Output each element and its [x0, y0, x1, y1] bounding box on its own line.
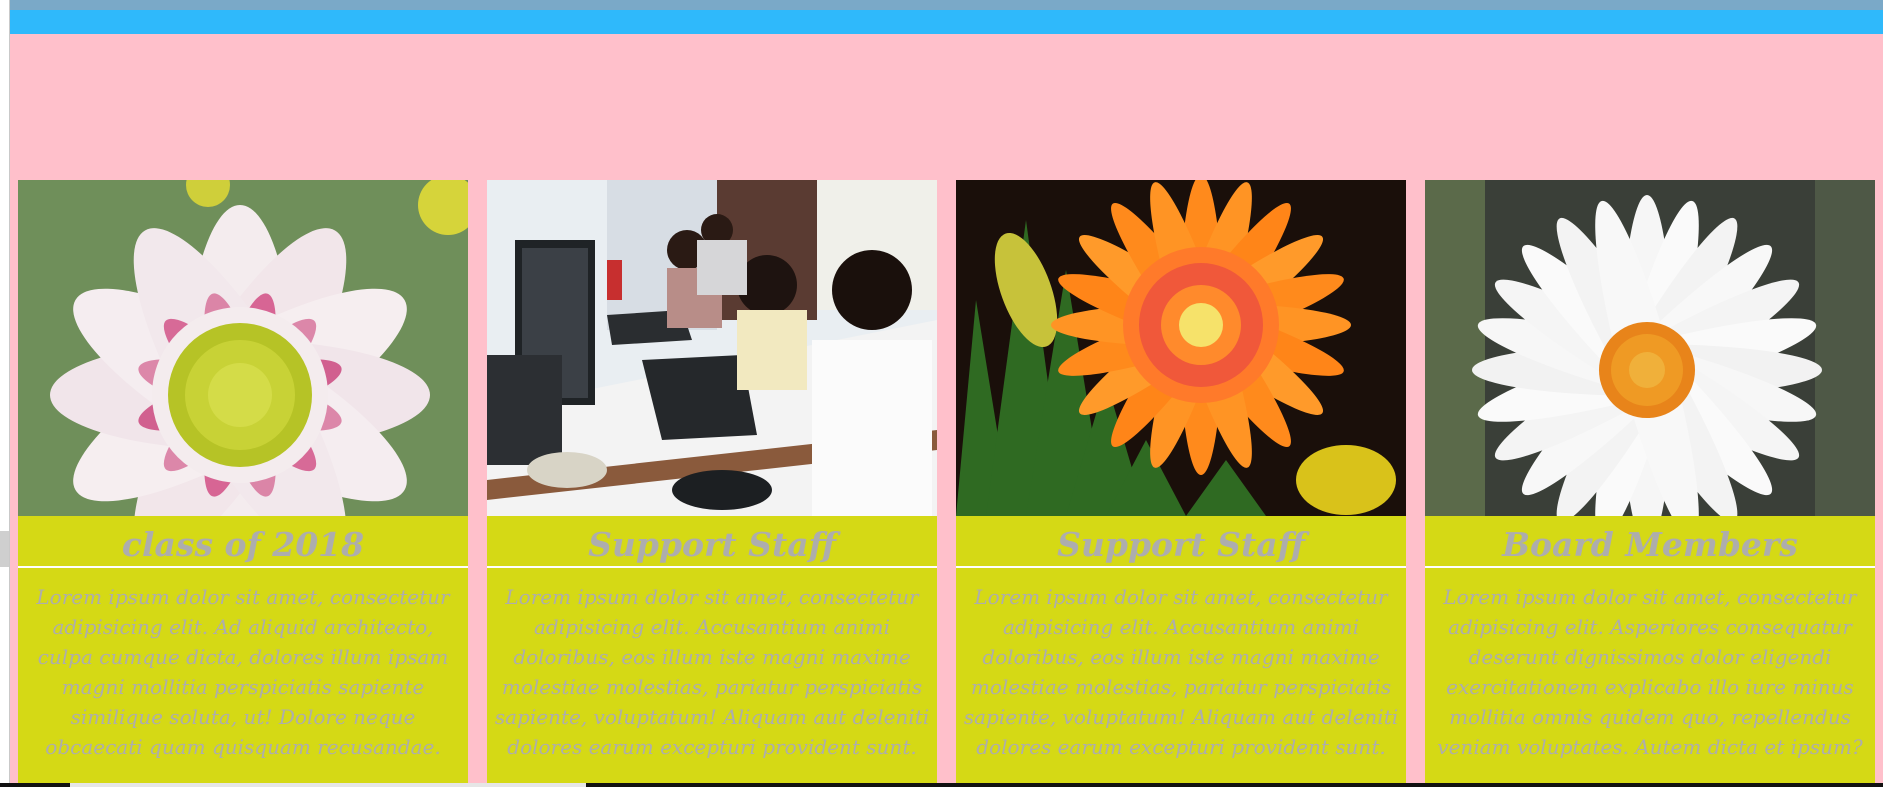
- card-image: [1425, 180, 1875, 516]
- pink-white-flower-image: [18, 180, 468, 516]
- card-support-staff-2: Support Staff Lorem ipsum dolor sit amet…: [956, 180, 1406, 787]
- header-bar: [0, 10, 1883, 34]
- card-body: Lorem ipsum dolor sit amet, consectetur …: [494, 585, 930, 759]
- card-support-staff-1: Support Staff Lorem ipsum dolor sit amet…: [487, 180, 937, 787]
- children-at-computers-image: [487, 180, 937, 516]
- card-title: Support Staff: [956, 516, 1406, 568]
- orange-gerbera-image: [956, 180, 1406, 516]
- card-class-of-2018: class of 2018 Lorem ipsum dolor sit amet…: [18, 180, 468, 787]
- card-body: Lorem ipsum dolor sit amet, consectetur …: [963, 585, 1399, 759]
- card-title: Board Members: [1425, 516, 1875, 568]
- white-daisy-image: [1425, 180, 1875, 516]
- card-body: Lorem ipsum dolor sit amet, consectetur …: [36, 585, 450, 759]
- left-scrollbar[interactable]: [0, 0, 10, 787]
- card-row: class of 2018 Lorem ipsum dolor sit amet…: [18, 180, 1875, 787]
- bottom-bar-segment: [70, 783, 586, 787]
- bottom-bar: [0, 783, 1883, 787]
- card-board-members: Board Members Lorem ipsum dolor sit amet…: [1425, 180, 1875, 787]
- card-title: class of 2018: [18, 516, 468, 568]
- card-body: Lorem ipsum dolor sit amet, consectetur …: [1437, 585, 1863, 759]
- card-image: [487, 180, 937, 516]
- card-title: Support Staff: [487, 516, 937, 568]
- browser-top-strip: [0, 0, 1883, 10]
- scrollbar-thumb[interactable]: [0, 531, 9, 567]
- card-image: [956, 180, 1406, 516]
- card-image: [18, 180, 468, 516]
